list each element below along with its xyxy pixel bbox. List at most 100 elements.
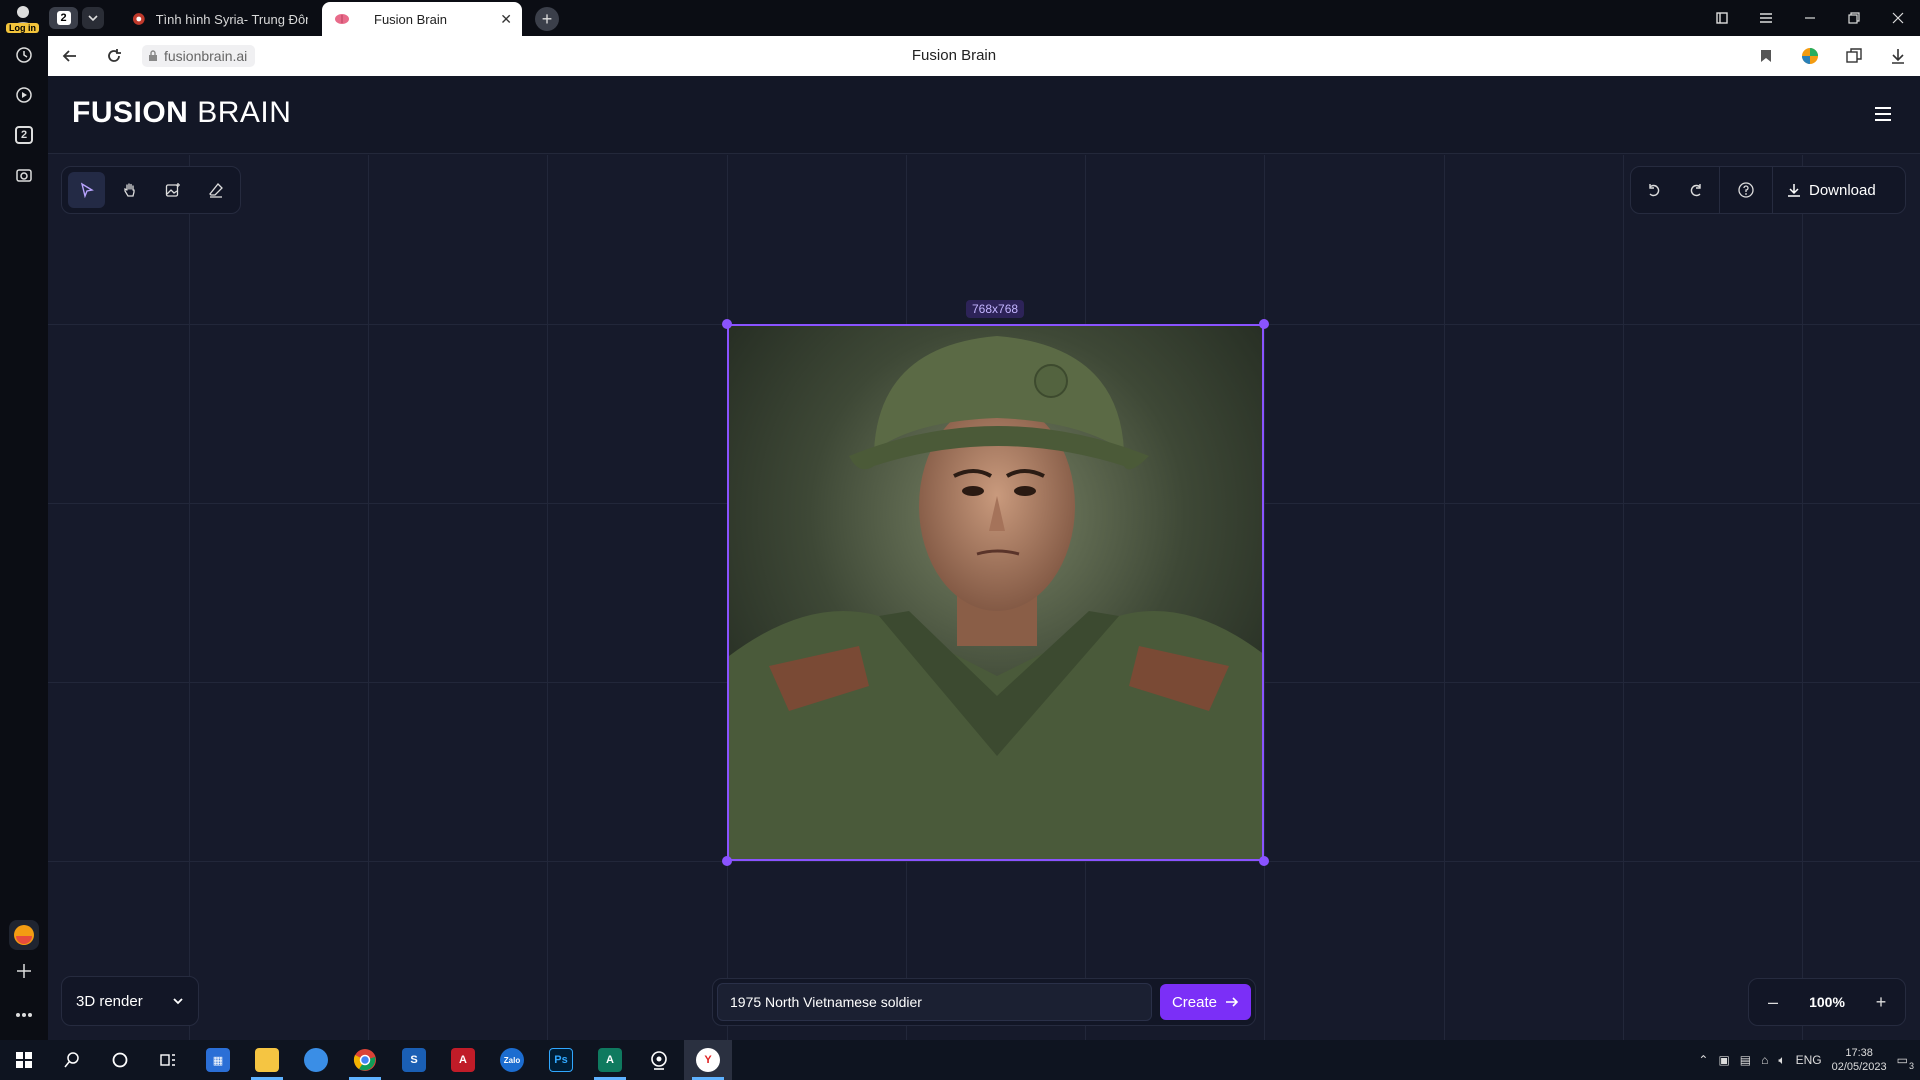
eraser-tool-button[interactable] bbox=[197, 172, 234, 208]
extension-icon[interactable] bbox=[1788, 36, 1832, 76]
notifications-icon[interactable]: ▭ 3 bbox=[1897, 1053, 1914, 1071]
taskbar-app-sketchup[interactable]: S bbox=[390, 1040, 438, 1080]
architecture-app-icon: A bbox=[598, 1048, 622, 1072]
sidebar-app-icon[interactable] bbox=[9, 920, 39, 950]
tab-syria[interactable]: Tình hình Syria- Trung Đôn bbox=[120, 2, 320, 36]
logo-bold-text: FUSION bbox=[72, 96, 189, 129]
tabs-panel-count: 2 bbox=[15, 126, 33, 144]
tab-count: 2 bbox=[56, 11, 71, 25]
history-icon[interactable] bbox=[9, 40, 39, 70]
reload-icon bbox=[108, 49, 121, 62]
taskbar-app-yandex[interactable]: Y bbox=[684, 1040, 732, 1080]
resize-handle-top-right[interactable] bbox=[1259, 319, 1269, 329]
tray-document-icon[interactable]: ▤ bbox=[1740, 1053, 1751, 1067]
canvas-gridline bbox=[189, 155, 190, 1040]
reload-button[interactable] bbox=[92, 36, 136, 76]
help-button[interactable] bbox=[1720, 166, 1772, 214]
volume-icon[interactable]: 🔈︎ bbox=[1778, 1053, 1785, 1068]
url-text: fusionbrain.ai bbox=[164, 48, 248, 64]
fusion-brain-logo[interactable]: FUSION BRAIN bbox=[72, 96, 291, 130]
cortana-icon bbox=[112, 1052, 128, 1068]
system-tray: ⌃ ▣ ▤ ⌂ 🔈︎ ENG 17:38 02/05/2023 ▭ 3 bbox=[1698, 1040, 1920, 1080]
task-view-button[interactable] bbox=[144, 1040, 192, 1080]
create-button[interactable]: Create bbox=[1159, 984, 1251, 1020]
start-button[interactable] bbox=[0, 1040, 48, 1080]
network-icon[interactable]: ⌂ bbox=[1761, 1053, 1768, 1067]
task-view-icon bbox=[160, 1054, 175, 1066]
add-image-tool-button[interactable] bbox=[154, 172, 191, 208]
lock-icon bbox=[148, 50, 158, 62]
chat-app-icon bbox=[304, 1048, 328, 1072]
taskbar-app-chrome[interactable] bbox=[341, 1040, 389, 1080]
tray-app-icon[interactable]: ▣ bbox=[1718, 1053, 1729, 1067]
tab-fusion-brain[interactable]: Fusion Brain ✕ bbox=[322, 2, 522, 36]
zoom-control: – 100% + bbox=[1748, 978, 1906, 1026]
taskbar-app-zalo[interactable]: Zalo bbox=[488, 1040, 536, 1080]
zoom-in-button[interactable]: + bbox=[1867, 988, 1895, 1016]
tray-chevron-up-icon[interactable]: ⌃ bbox=[1698, 1053, 1708, 1067]
clock-time: 17:38 bbox=[1845, 1047, 1873, 1059]
close-window-icon[interactable] bbox=[1876, 0, 1920, 36]
taskbar-app-store[interactable]: ▦ bbox=[194, 1040, 242, 1080]
browser-menu-icon[interactable] bbox=[1744, 0, 1788, 36]
eraser-icon bbox=[208, 183, 223, 198]
resize-handle-bottom-left[interactable] bbox=[722, 856, 732, 866]
hand-tool-button[interactable] bbox=[111, 172, 148, 208]
url-field[interactable]: fusionbrain.ai bbox=[142, 45, 256, 67]
taskbar-app-autocad[interactable]: A bbox=[439, 1040, 487, 1080]
close-tab-icon[interactable]: ✕ bbox=[500, 11, 512, 28]
resize-handle-top-left[interactable] bbox=[722, 319, 732, 329]
restore-icon[interactable] bbox=[1832, 0, 1876, 36]
chevron-down-icon bbox=[88, 15, 98, 22]
logo-light-text: BRAIN bbox=[197, 96, 292, 129]
zoom-out-button[interactable]: – bbox=[1759, 988, 1787, 1016]
language-indicator[interactable]: ENG bbox=[1796, 1053, 1822, 1067]
add-panel-icon[interactable] bbox=[9, 956, 39, 986]
prompt-bar: Create bbox=[712, 978, 1256, 1026]
bookmark-icon[interactable] bbox=[1744, 36, 1788, 76]
canvas-actions: Download bbox=[1630, 166, 1906, 214]
select-tool-button[interactable] bbox=[68, 172, 105, 208]
redo-button[interactable] bbox=[1675, 166, 1719, 214]
tabs-panel-button[interactable]: 2 bbox=[9, 120, 39, 150]
bookmarks-panel-icon[interactable] bbox=[1700, 0, 1744, 36]
resize-handle-bottom-right[interactable] bbox=[1259, 856, 1269, 866]
profile-button[interactable]: Log in bbox=[6, 3, 40, 33]
more-options-icon[interactable] bbox=[9, 1000, 39, 1030]
tab-title: Tình hình Syria- Trung Đôn bbox=[155, 11, 308, 27]
undo-button[interactable] bbox=[1631, 166, 1675, 214]
back-button[interactable] bbox=[48, 36, 92, 76]
taskbar-app-explorer[interactable] bbox=[243, 1040, 291, 1080]
style-selector[interactable]: 3D render bbox=[61, 976, 199, 1026]
image-dimensions-label: 768x768 bbox=[966, 300, 1025, 318]
tab-list-dropdown[interactable] bbox=[82, 7, 104, 29]
image-plus-icon bbox=[165, 183, 180, 197]
collections-icon[interactable] bbox=[1832, 36, 1876, 76]
profile-login-badge: Log in bbox=[6, 23, 39, 33]
store-icon: ▦ bbox=[206, 1048, 230, 1072]
new-tab-button[interactable]: + bbox=[535, 7, 559, 31]
arrow-left-icon bbox=[62, 50, 76, 62]
minimize-icon[interactable] bbox=[1788, 0, 1832, 36]
play-video-icon[interactable] bbox=[9, 80, 39, 110]
canvas-toolbox bbox=[61, 166, 241, 214]
taskbar-app-messenger[interactable] bbox=[292, 1040, 340, 1080]
screenshot-icon[interactable] bbox=[9, 160, 39, 190]
taskbar-app-webcam[interactable] bbox=[635, 1040, 683, 1080]
taskbar-app-photoshop[interactable]: Ps bbox=[537, 1040, 585, 1080]
tab-count-button[interactable]: 2 bbox=[49, 7, 78, 29]
browser-side-panel: 2 bbox=[0, 36, 48, 1040]
windows-taskbar: ▦ S A Zalo Ps A Y ⌃ ▣ ▤ ⌂ 🔈︎ ENG 17:38 0… bbox=[0, 1040, 1920, 1080]
download-button[interactable]: Download bbox=[1773, 166, 1890, 214]
taskbar-app-autocad-arch[interactable]: A bbox=[586, 1040, 634, 1080]
generated-image[interactable] bbox=[727, 324, 1264, 861]
canvas-gridline bbox=[547, 155, 548, 1040]
cortana-button[interactable] bbox=[96, 1040, 144, 1080]
search-button[interactable] bbox=[48, 1040, 96, 1080]
chevron-down-icon bbox=[173, 998, 183, 1005]
hamburger-menu-icon[interactable] bbox=[1872, 103, 1894, 125]
taskbar-clock[interactable]: 17:38 02/05/2023 bbox=[1832, 1046, 1887, 1074]
prompt-input[interactable] bbox=[717, 983, 1152, 1021]
download-manager-icon[interactable] bbox=[1876, 36, 1920, 76]
cursor-arrow-icon bbox=[80, 182, 94, 198]
